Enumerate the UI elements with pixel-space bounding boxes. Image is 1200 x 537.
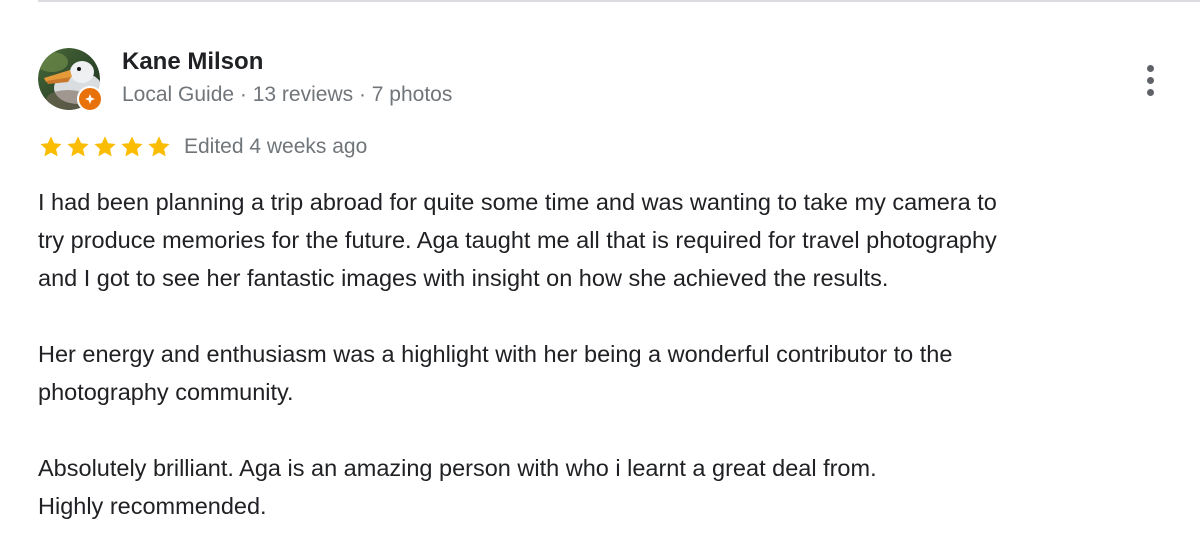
review-paragraph: Her energy and enthusiasm was a highligh…	[38, 335, 1188, 411]
review-line: Absolutely brilliant. Aga is an amazing …	[38, 455, 877, 481]
review-line: photography community.	[38, 379, 294, 405]
star-rating	[38, 134, 172, 160]
star-icon	[94, 136, 116, 157]
star-icon	[40, 136, 62, 157]
review-paragraph: I had been planning a trip abroad for qu…	[38, 183, 1188, 297]
review-line: Her energy and enthusiasm was a highligh…	[38, 341, 953, 367]
author-meta[interactable]: Local Guide · 13 reviews · 7 photos	[122, 83, 452, 107]
review-paragraph: Absolutely brilliant. Aga is an amazing …	[38, 449, 1188, 525]
top-divider	[38, 0, 1200, 2]
more-vert-icon-dot	[1146, 76, 1154, 84]
review-line: Highly recommended.	[38, 493, 267, 519]
review-line: I had been planning a trip abroad for qu…	[38, 189, 997, 215]
more-vert-icon-dot	[1146, 88, 1154, 96]
review-line: try produce memories for the future. Aga…	[38, 227, 997, 253]
review-date: Edited 4 weeks ago	[184, 135, 368, 158]
star-icon	[67, 136, 89, 157]
review-text: I had been planning a trip abroad for qu…	[38, 183, 1188, 525]
more-options-button[interactable]	[1136, 60, 1164, 100]
star-icon	[148, 136, 170, 157]
more-vert-icon	[1146, 64, 1154, 72]
review-line: and I got to see her fantastic images wi…	[38, 265, 889, 291]
avatar[interactable]	[38, 48, 103, 112]
star-icon	[121, 136, 143, 157]
author-name[interactable]: Kane Milson	[122, 48, 263, 76]
local-guide-badge-icon	[77, 86, 103, 112]
